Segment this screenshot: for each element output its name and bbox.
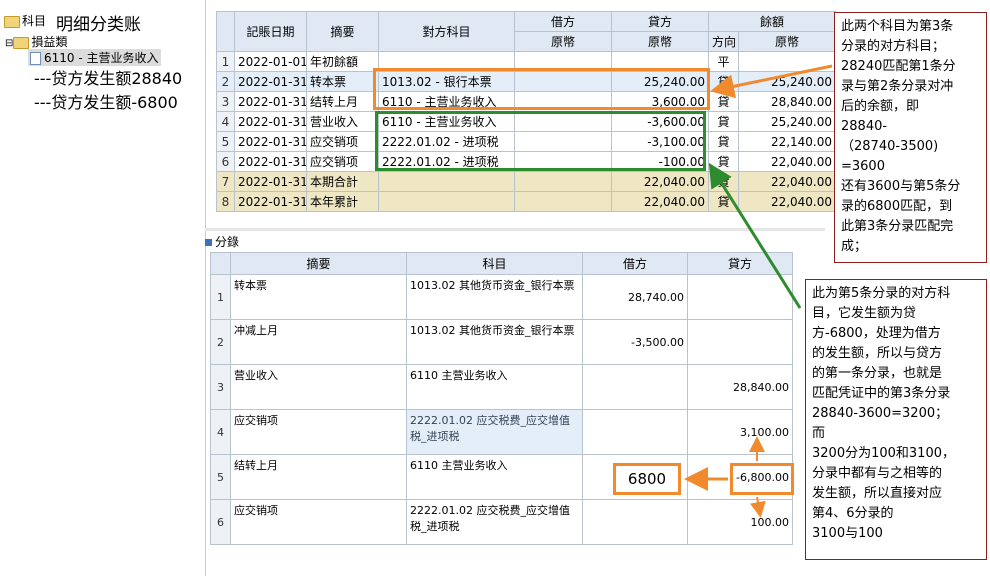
note-line: =3600 bbox=[841, 159, 885, 174]
green-arrow bbox=[708, 162, 802, 309]
note-line: 的第一条分录，也就是 bbox=[812, 366, 943, 381]
note-line: 后的余额，即 bbox=[841, 99, 920, 114]
note-line: 而 bbox=[812, 426, 826, 441]
note-line: 分录中都有与之相等的 bbox=[812, 466, 943, 481]
note-line: 录的6800匹配，到 bbox=[841, 199, 953, 214]
note-line: 方-6800，处理为借方 bbox=[812, 326, 941, 341]
note-line: 录与第2条分录对冲 bbox=[841, 79, 954, 94]
note-line: 发生额，所以直接对应 bbox=[812, 486, 943, 501]
explanation-note-bottom: 此为第5条分录的对方科 目，它发生额为贷方-6800，处理为借方 的发生额，所以与贷… bbox=[805, 279, 987, 560]
note-line: 3200分为100和3100， bbox=[812, 446, 955, 461]
note-line: 此两个科目为第3条 bbox=[841, 19, 954, 34]
note-line: 目，它发生额为贷 bbox=[812, 306, 917, 321]
note-line: 的发生额，所以与贷方 bbox=[812, 346, 943, 361]
note-line: 成； bbox=[841, 239, 868, 254]
note-line: 此为第5条分录的对方科 bbox=[812, 286, 951, 301]
note-line: 3100与100 bbox=[812, 526, 883, 541]
note-line: 28840-3600=3200； bbox=[812, 406, 949, 421]
explanation-note-top: 此两个科目为第3条 分录的对方科目； 28240匹配第1条分 录与第2条分录对冲 后的余… bbox=[834, 12, 987, 263]
note-line: 28840- bbox=[841, 119, 888, 134]
note-line: 28240匹配第1条分 bbox=[841, 59, 956, 74]
orange-arrow-down bbox=[750, 496, 766, 518]
note-line: 匹配凭证中的第3条分录 bbox=[812, 386, 951, 401]
note-line: 第4、6分录的 bbox=[812, 506, 894, 521]
note-line: （28740-3500) bbox=[841, 139, 939, 154]
note-line: 还有3600与第5条分 bbox=[841, 179, 961, 194]
note-line: 此第3条分录匹配完 bbox=[841, 219, 954, 234]
note-line: 分录的对方科目； bbox=[841, 39, 946, 54]
orange-arrow-top bbox=[710, 64, 833, 99]
